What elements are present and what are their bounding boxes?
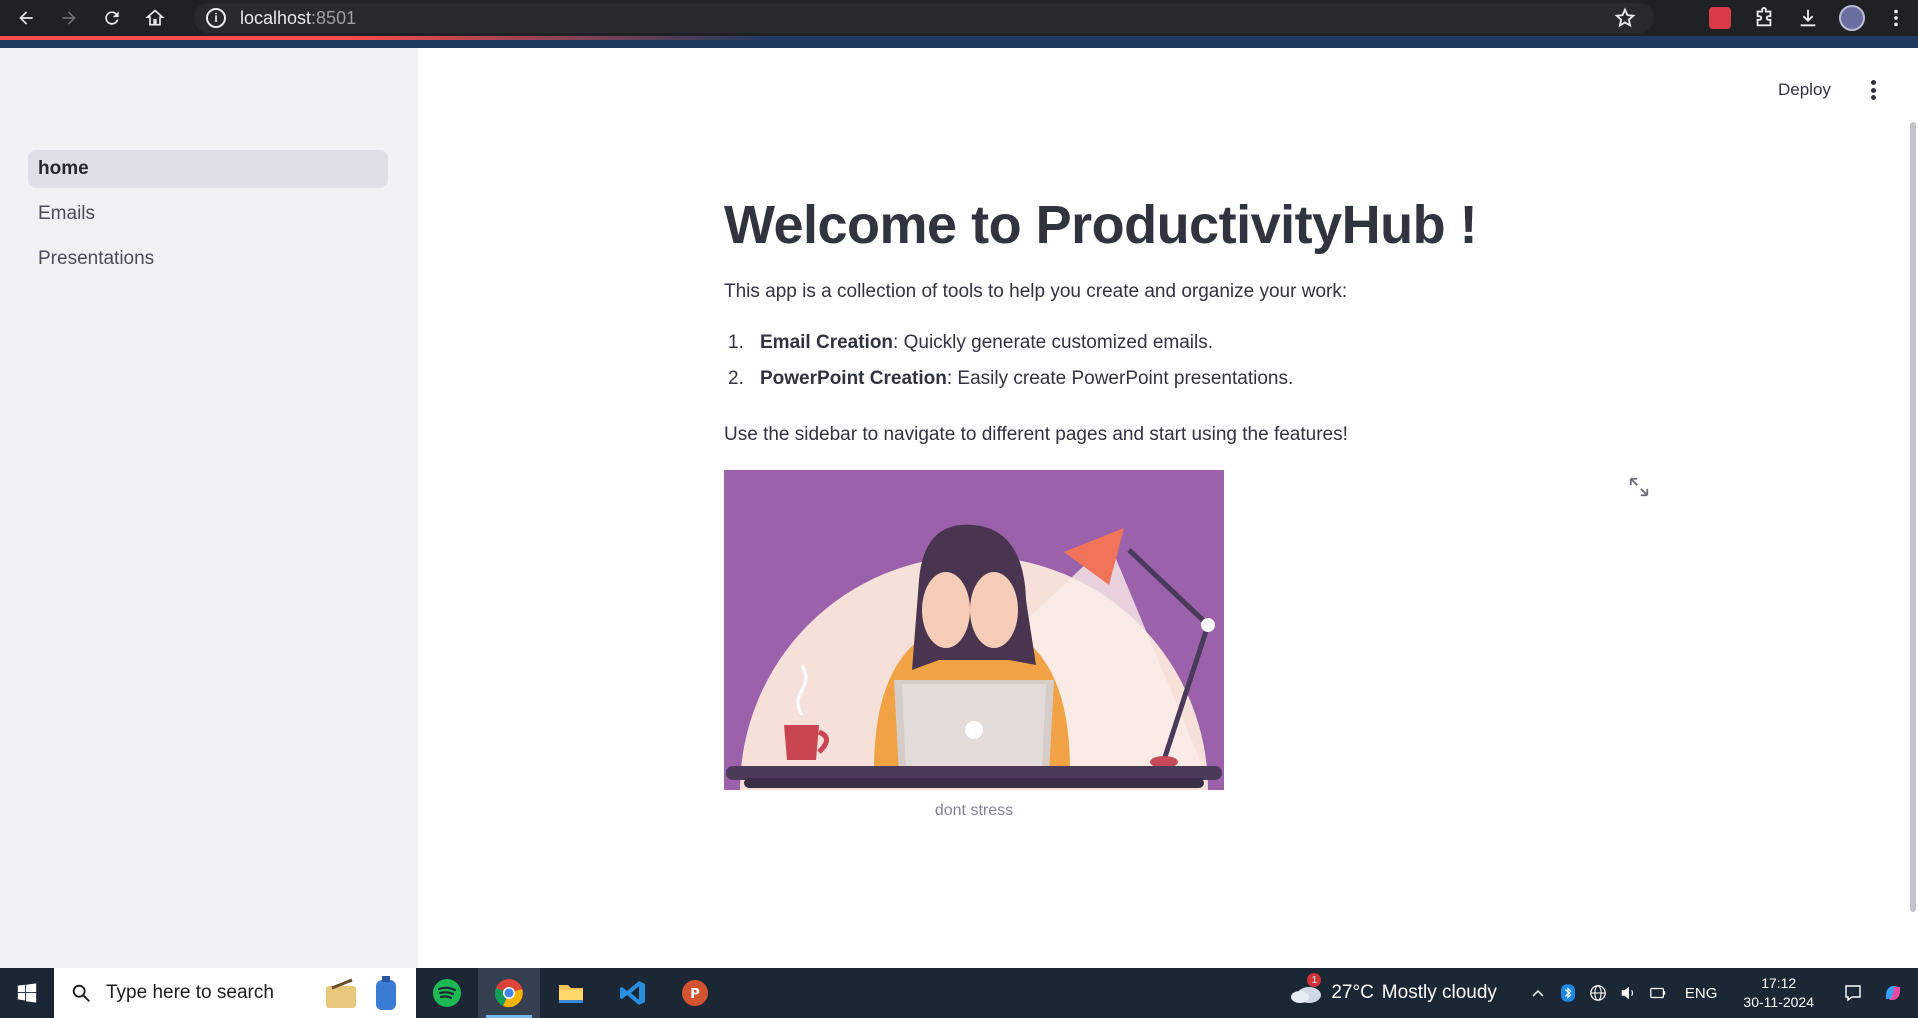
feature-name: Email Creation	[760, 332, 894, 353]
windows-start-icon[interactable]	[0, 968, 54, 1018]
clock-time: 17:12	[1761, 975, 1797, 991]
powerpoint-app-icon[interactable]: P	[664, 968, 726, 1018]
profile-avatar[interactable]	[1837, 3, 1867, 33]
feature-name: PowerPoint Creation	[760, 368, 947, 389]
vscode-app-icon[interactable]	[602, 968, 664, 1018]
clock-date: 30-11-2024	[1743, 994, 1814, 1010]
stressed-worker-illustration	[724, 470, 1224, 790]
search-icon	[72, 984, 90, 1002]
fullscreen-expand-icon[interactable]	[1628, 476, 1650, 498]
list-item: 1. Email Creation: Quickly generate cust…	[724, 332, 1293, 368]
back-icon[interactable]	[9, 1, 43, 35]
home-icon[interactable]	[138, 1, 172, 35]
chevron-up-icon[interactable]	[1523, 978, 1553, 1008]
address-bar[interactable]: i localhost:8501	[194, 3, 1654, 33]
bookmark-star-icon[interactable]	[1614, 7, 1636, 34]
search-highlight-art-icon	[326, 976, 396, 1010]
site-info-icon[interactable]: i	[206, 8, 226, 28]
sidebar-item-home[interactable]: home	[28, 150, 388, 188]
url-text: localhost:8501	[240, 7, 357, 28]
page-title: Welcome to ProductivityHub !	[724, 195, 1478, 255]
browser-menu-icon[interactable]	[1881, 3, 1911, 33]
chrome-app-icon[interactable]	[478, 968, 540, 1018]
outro-text: Use the sidebar to navigate to different…	[724, 424, 1348, 445]
extension-red-icon[interactable]	[1705, 3, 1735, 33]
taskbar-clock[interactable]: 17:12 30-11-2024	[1743, 974, 1814, 1012]
feature-desc: : Quickly generate customized emails.	[893, 332, 1214, 353]
spotify-app-icon[interactable]	[416, 968, 478, 1018]
scrollbar[interactable]	[1910, 122, 1916, 912]
weather-widget[interactable]: 1 27°C Mostly cloudy	[1289, 973, 1497, 1005]
deploy-button[interactable]: Deploy	[1778, 80, 1831, 100]
intro-text: This app is a collection of tools to hel…	[724, 281, 1348, 302]
browser-toolbar: i localhost:8501	[0, 0, 1918, 36]
forward-icon[interactable]	[52, 1, 86, 35]
system-tray: 1 27°C Mostly cloudy ENG 17:12 30-11-202…	[1289, 968, 1918, 1018]
svg-text:P: P	[690, 987, 700, 1002]
weather-temp: 27°C	[1331, 982, 1374, 1003]
app-menu-icon[interactable]	[1862, 78, 1884, 102]
taskbar-search-box[interactable]: Type here to search	[54, 968, 416, 1018]
download-icon[interactable]	[1793, 3, 1823, 33]
notifications-icon[interactable]	[1838, 978, 1868, 1008]
copilot-icon[interactable]	[1878, 978, 1908, 1008]
network-globe-icon[interactable]	[1583, 978, 1613, 1008]
search-input[interactable]: Type here to search	[106, 982, 274, 1004]
sidebar-item-emails[interactable]: Emails	[28, 195, 388, 233]
image-caption: dont stress	[934, 802, 1014, 819]
volume-icon[interactable]	[1613, 978, 1643, 1008]
language-indicator[interactable]: ENG	[1685, 985, 1718, 1002]
main-content: Deploy Welcome to ProductivityHub ! This…	[418, 48, 1918, 968]
weather-desc: Mostly cloudy	[1381, 982, 1497, 1003]
extensions-puzzle-icon[interactable]	[1749, 3, 1779, 33]
feature-desc: : Easily create PowerPoint presentations…	[946, 368, 1294, 389]
sidebar: home Emails Presentations	[0, 48, 418, 968]
sidebar-item-presentations[interactable]: Presentations	[28, 240, 388, 278]
reload-icon[interactable]	[95, 1, 129, 35]
file-explorer-app-icon[interactable]	[540, 968, 602, 1018]
windows-taskbar: Type here to search P 1 27°C Mostly clou…	[0, 968, 1918, 1018]
battery-icon[interactable]	[1643, 978, 1673, 1008]
bluetooth-icon[interactable]	[1553, 978, 1583, 1008]
list-item: 2. PowerPoint Creation: Easily create Po…	[724, 368, 1293, 404]
app-decoration-stripe	[0, 36, 1918, 48]
feature-list: 1. Email Creation: Quickly generate cust…	[724, 332, 1293, 404]
